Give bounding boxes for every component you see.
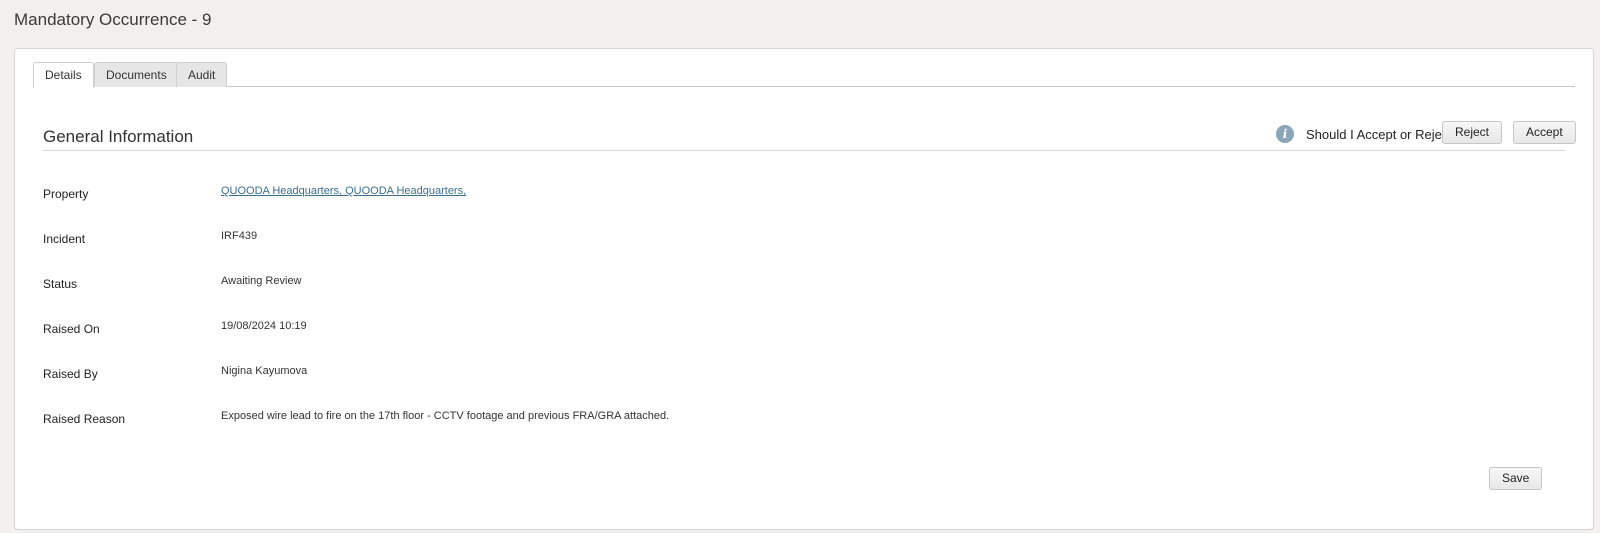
field-row-raised-reason: Raised Reason Exposed wire lead to fire …	[43, 410, 1565, 430]
field-label: Raised Reason	[43, 412, 126, 426]
field-label: Raised On	[43, 322, 100, 336]
tab-details[interactable]: Details	[33, 62, 94, 88]
field-row-incident: Incident IRF439	[43, 230, 1565, 250]
field-value: Exposed wire lead to fire on the 17th fl…	[221, 410, 670, 422]
save-button[interactable]: Save	[1489, 467, 1543, 490]
field-value: QUOODA Headquarters, QUOODA Headquarters…	[221, 185, 466, 197]
accept-button[interactable]: Accept	[1513, 121, 1576, 144]
property-link[interactable]: QUOODA Headquarters, QUOODA Headquarters…	[221, 185, 466, 197]
field-label: Incident	[43, 232, 86, 246]
field-value: Awaiting Review	[221, 275, 302, 287]
page-title: Mandatory Occurrence - 9	[14, 10, 212, 29]
tab-audit[interactable]: Audit	[176, 62, 228, 87]
field-row-property: Property QUOODA Headquarters, QUOODA Hea…	[43, 185, 1565, 205]
accept-reject-help-text: Should I Accept or Reject?	[1306, 127, 1460, 142]
tab-documents[interactable]: Documents	[94, 62, 179, 87]
tab-bar: Details Documents Audit	[33, 62, 1575, 88]
section-title: General Information	[43, 127, 194, 146]
details-panel: Details Documents Audit General Informat…	[14, 48, 1594, 530]
field-value: Nigina Kayumova	[221, 365, 308, 377]
field-label: Property	[43, 187, 89, 201]
field-value: IRF439	[221, 230, 258, 242]
section-header: General Information i Should I Accept or…	[43, 119, 1576, 151]
field-row-raised-by: Raised By Nigina Kayumova	[43, 365, 1565, 385]
field-label: Raised By	[43, 367, 98, 381]
reject-button[interactable]: Reject	[1442, 121, 1503, 144]
field-row-status: Status Awaiting Review	[43, 275, 1565, 295]
field-label: Status	[43, 277, 78, 291]
info-icon[interactable]: i	[1276, 125, 1294, 143]
field-row-raised-on: Raised On 19/08/2024 10:19	[43, 320, 1565, 340]
field-value: 19/08/2024 10:19	[221, 320, 307, 332]
